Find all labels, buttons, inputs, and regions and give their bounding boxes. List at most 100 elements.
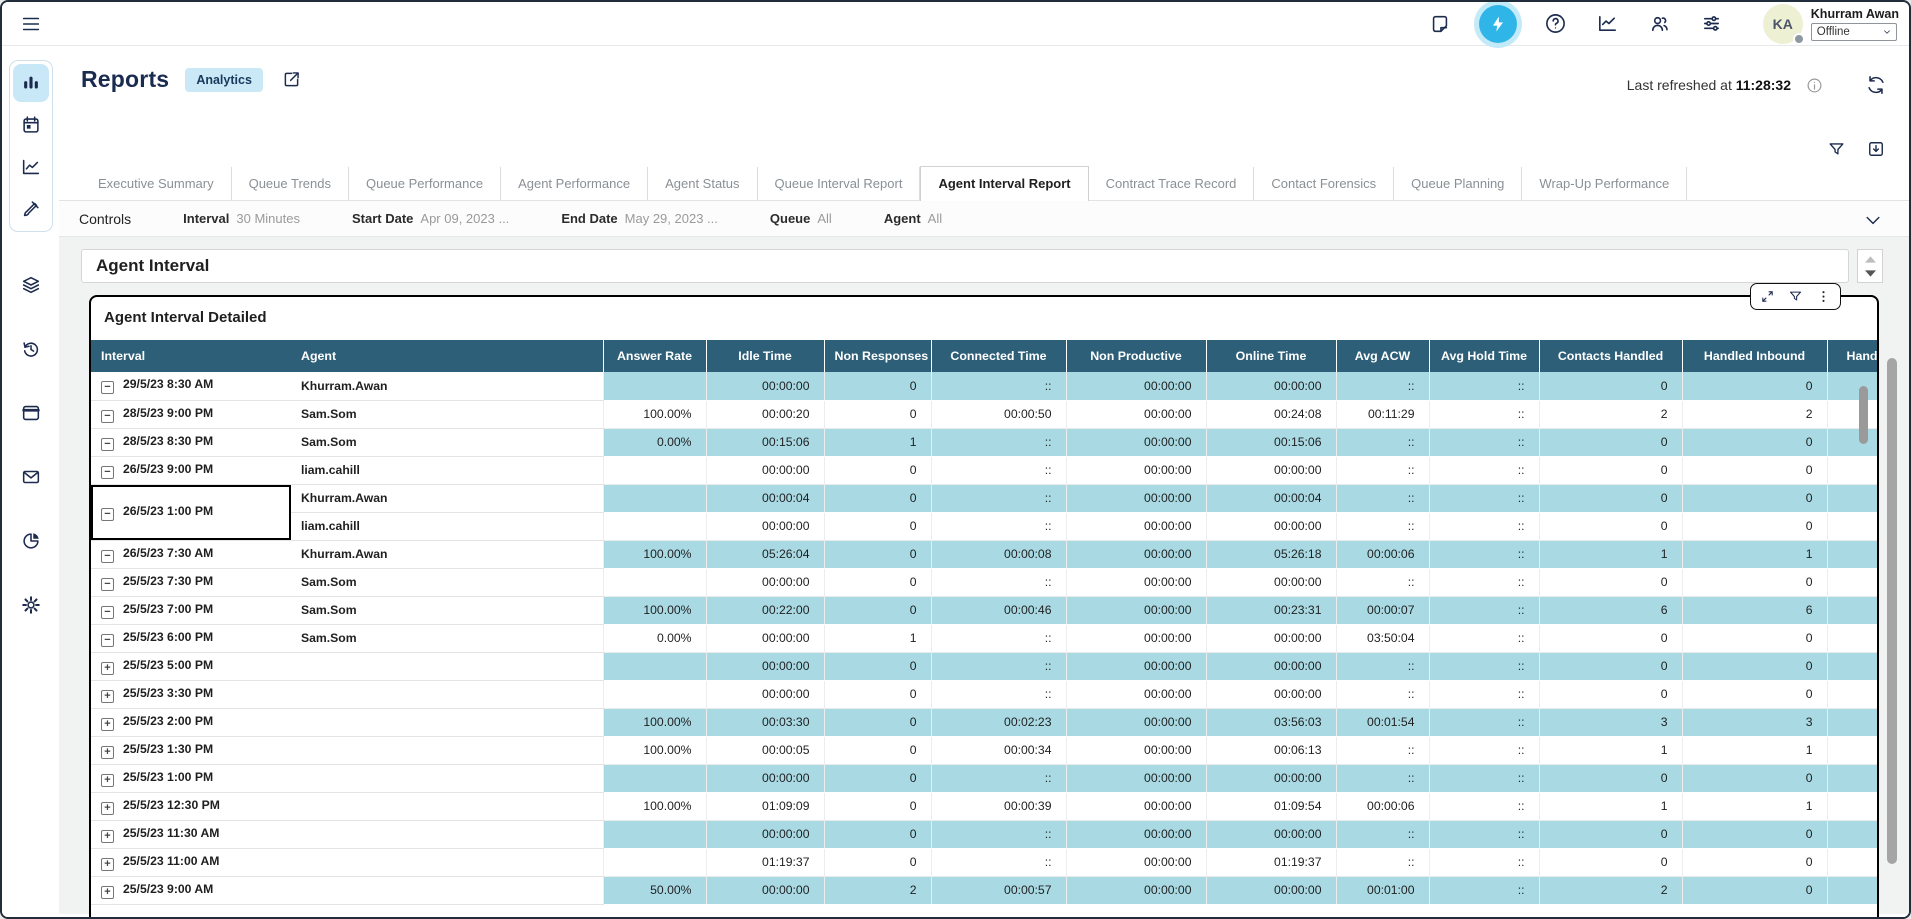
interval-cell[interactable]: +25/5/23 3:30 PM	[91, 680, 291, 708]
sidebar-item-pie[interactable]	[13, 522, 49, 560]
tab-queue-performance[interactable]: Queue Performance	[349, 167, 501, 200]
focus-mode-icon[interactable]	[1760, 289, 1775, 304]
download-icon[interactable]	[1865, 138, 1887, 160]
interval-cell[interactable]: +25/5/23 11:00 AM	[91, 848, 291, 876]
agent-cell[interactable]: Khurram.Awan	[291, 484, 603, 512]
agent-cell[interactable]	[291, 792, 603, 820]
column-header-online-time[interactable]: Online Time	[1206, 340, 1336, 372]
tab-queue-planning[interactable]: Queue Planning	[1394, 167, 1522, 200]
sidebar-item-settings[interactable]	[13, 586, 49, 624]
interval-cell[interactable]: −26/5/23 1:00 PM	[91, 484, 291, 540]
column-header-agent[interactable]: Agent	[291, 340, 603, 372]
expand-row-button[interactable]: +	[101, 858, 114, 871]
interval-cell[interactable]: +25/5/23 12:30 PM	[91, 792, 291, 820]
interval-cell[interactable]: −25/5/23 7:30 PM	[91, 568, 291, 596]
collapse-row-button[interactable]: −	[101, 381, 114, 394]
expand-row-button[interactable]: +	[101, 718, 114, 731]
agent-cell[interactable]: Sam.Som	[291, 568, 603, 596]
table-vertical-scrollbar[interactable]	[1859, 386, 1868, 444]
column-header-connected-time[interactable]: Connected Time	[931, 340, 1066, 372]
filter-agent[interactable]: AgentAll	[884, 211, 942, 226]
help-icon[interactable]	[1543, 11, 1569, 37]
sidebar-item-metrics[interactable]	[13, 148, 49, 186]
notes-icon[interactable]	[1427, 11, 1453, 37]
sidebar-item-layers[interactable]	[13, 266, 49, 304]
interval-cell[interactable]: −28/5/23 9:00 PM	[91, 400, 291, 428]
expand-row-button[interactable]: +	[101, 774, 114, 787]
column-header-avg-hold-time[interactable]: Avg Hold Time	[1429, 340, 1539, 372]
column-header-handled-outbound[interactable]: Handled Outbound	[1827, 340, 1877, 372]
interval-cell[interactable]: −25/5/23 6:00 PM	[91, 624, 291, 652]
filter-start-date[interactable]: Start DateApr 09, 2023 ...	[352, 211, 509, 226]
sidebar-item-calendar[interactable]	[13, 106, 49, 144]
tab-contract-trace-record[interactable]: Contract Trace Record	[1089, 167, 1255, 200]
agent-cell[interactable]	[291, 736, 603, 764]
agent-cell[interactable]	[291, 848, 603, 876]
controls-collapse-chevron-icon[interactable]	[1863, 210, 1883, 230]
open-in-new-icon[interactable]	[279, 67, 305, 93]
agent-cell[interactable]	[291, 876, 603, 904]
sidebar-item-history[interactable]	[13, 330, 49, 368]
visual-filter-icon[interactable]	[1788, 289, 1803, 304]
tab-wrap-up-performance[interactable]: Wrap-Up Performance	[1522, 167, 1687, 200]
column-header-answer-rate[interactable]: Answer Rate	[603, 340, 706, 372]
analytics-chart-icon[interactable]	[1595, 11, 1621, 37]
filter-queue[interactable]: QueueAll	[770, 211, 832, 226]
tab-agent-status[interactable]: Agent Status	[648, 167, 757, 200]
agent-cell[interactable]	[291, 652, 603, 680]
interval-cell[interactable]: +25/5/23 2:00 PM	[91, 708, 291, 736]
agent-cell[interactable]	[291, 708, 603, 736]
collapse-row-button[interactable]: −	[101, 578, 114, 591]
interval-cell[interactable]: −28/5/23 8:30 PM	[91, 428, 291, 456]
agent-status-select[interactable]: Offline	[1811, 23, 1897, 41]
agent-cell[interactable]: liam.cahill	[291, 456, 603, 484]
agent-cell[interactable]: Khurram.Awan	[291, 540, 603, 568]
tab-executive-summary[interactable]: Executive Summary	[81, 167, 232, 200]
agent-cell[interactable]: liam.cahill	[291, 512, 603, 540]
column-header-contacts-handled[interactable]: Contacts Handled	[1539, 340, 1682, 372]
expand-row-button[interactable]: +	[101, 690, 114, 703]
column-header-avg-acw[interactable]: Avg ACW	[1336, 340, 1429, 372]
hamburger-menu-icon[interactable]	[18, 11, 44, 37]
tab-queue-trends[interactable]: Queue Trends	[232, 167, 349, 200]
sidebar-item-mail[interactable]	[13, 458, 49, 496]
interval-cell[interactable]: +25/5/23 1:30 PM	[91, 736, 291, 764]
agent-cell[interactable]: Sam.Som	[291, 400, 603, 428]
sidebar-item-customize[interactable]	[13, 190, 49, 228]
column-header-non-responses[interactable]: Non Responses	[824, 340, 931, 372]
filter-end-date[interactable]: End DateMay 29, 2023 ...	[561, 211, 718, 226]
interval-cell[interactable]: +25/5/23 1:00 PM	[91, 764, 291, 792]
collapse-row-button[interactable]: −	[101, 634, 114, 647]
collapse-row-button[interactable]: −	[101, 508, 114, 521]
more-options-kebab-icon[interactable]	[1816, 289, 1831, 304]
expand-row-button[interactable]: +	[101, 746, 114, 759]
interval-cell[interactable]: −26/5/23 9:00 PM	[91, 456, 291, 484]
agent-cell[interactable]: Sam.Som	[291, 624, 603, 652]
page-vertical-scrollbar[interactable]	[1887, 358, 1897, 864]
agent-cell[interactable]	[291, 820, 603, 848]
agents-icon[interactable]	[1647, 11, 1673, 37]
agent-cell[interactable]: Sam.Som	[291, 596, 603, 624]
realtime-lightning-icon[interactable]	[1479, 5, 1517, 43]
column-header-interval[interactable]: Interval	[91, 340, 291, 372]
expand-row-button[interactable]: +	[101, 662, 114, 675]
agent-cell[interactable]: Sam.Som	[291, 428, 603, 456]
column-header-non-productive[interactable]: Non Productive	[1066, 340, 1206, 372]
sidebar-item-window[interactable]	[13, 394, 49, 432]
refresh-icon[interactable]	[1863, 72, 1889, 98]
tab-agent-performance[interactable]: Agent Performance	[501, 167, 648, 200]
page-scroll-stepper[interactable]	[1857, 249, 1883, 283]
agent-cell[interactable]: Khurram.Awan	[291, 372, 603, 400]
interval-cell[interactable]: −29/5/23 8:30 AM	[91, 372, 291, 400]
sidebar-item-reports[interactable]	[13, 64, 49, 102]
interval-cell[interactable]: +25/5/23 9:00 AM	[91, 876, 291, 904]
tab-queue-interval-report[interactable]: Queue Interval Report	[758, 167, 921, 200]
agent-cell[interactable]	[291, 680, 603, 708]
tab-agent-interval-report[interactable]: Agent Interval Report	[920, 166, 1088, 201]
settings-sliders-icon[interactable]	[1699, 11, 1725, 37]
collapse-row-button[interactable]: −	[101, 606, 114, 619]
collapse-row-button[interactable]: −	[101, 466, 114, 479]
column-header-idle-time[interactable]: Idle Time	[706, 340, 824, 372]
interval-cell[interactable]: +25/5/23 5:00 PM	[91, 652, 291, 680]
column-header-handled-inbound[interactable]: Handled Inbound	[1682, 340, 1827, 372]
